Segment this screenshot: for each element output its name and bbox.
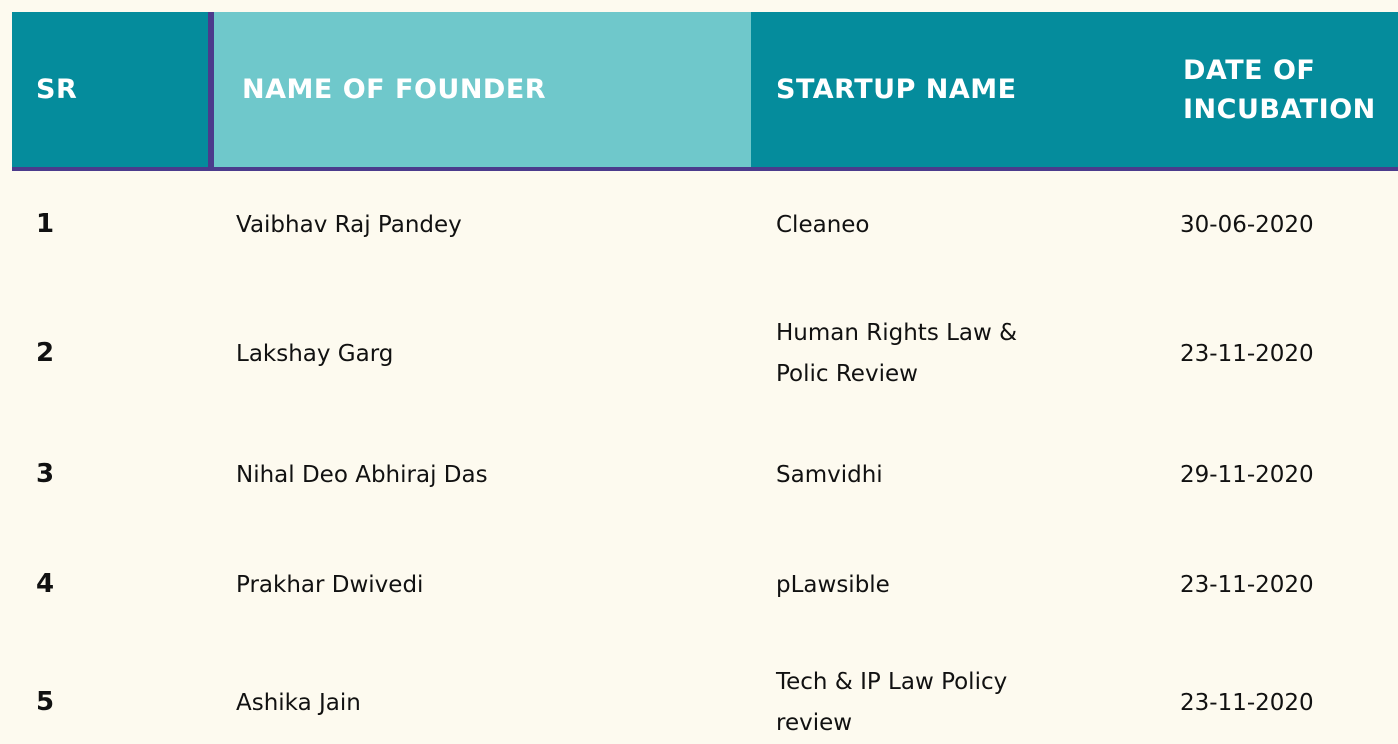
row-startup-line1: Human Rights Law & xyxy=(776,320,1018,346)
header-cell-date xyxy=(1157,12,1398,167)
header-divider xyxy=(12,167,1398,171)
row-founder: Ashika Jain xyxy=(236,690,361,716)
row-date: 23-11-2020 xyxy=(1180,690,1314,716)
row-startup-line1: Samvidhi xyxy=(776,462,883,488)
row-founder: Prakhar Dwivedi xyxy=(236,572,424,598)
row-date: 23-11-2020 xyxy=(1180,341,1314,367)
header-startup-label: STARTUP NAME xyxy=(776,74,1017,105)
row-sr: 5 xyxy=(36,687,55,717)
row-sr: 3 xyxy=(36,459,55,489)
header-founder-label: NAME OF FOUNDER xyxy=(242,74,547,105)
header-date-label-line2: INCUBATION xyxy=(1183,94,1376,125)
row-startup-line2: Polic Review xyxy=(776,361,918,387)
row-date: 23-11-2020 xyxy=(1180,572,1314,598)
row-startup-line1: pLawsible xyxy=(776,572,890,598)
row-startup-line2: review xyxy=(776,710,853,736)
table-header xyxy=(12,12,1398,167)
row-founder: Lakshay Garg xyxy=(236,341,394,367)
row-date: 29-11-2020 xyxy=(1180,462,1314,488)
row-startup-line1: Cleaneo xyxy=(776,212,870,238)
header-date-label-line1: DATE OF xyxy=(1183,55,1316,86)
row-startup-line1: Tech & IP Law Policy xyxy=(776,669,1008,695)
row-sr: 4 xyxy=(36,569,55,599)
row-sr: 1 xyxy=(36,209,55,239)
row-founder: Vaibhav Raj Pandey xyxy=(236,212,462,238)
row-founder: Nihal Deo Abhiraj Das xyxy=(236,462,488,488)
row-sr: 2 xyxy=(36,338,55,368)
incubation-table: SR NAME OF FOUNDER STARTUP NAME DATE OF … xyxy=(0,0,1398,744)
header-sr-label: SR xyxy=(36,74,78,105)
row-date: 30-06-2020 xyxy=(1180,212,1314,238)
